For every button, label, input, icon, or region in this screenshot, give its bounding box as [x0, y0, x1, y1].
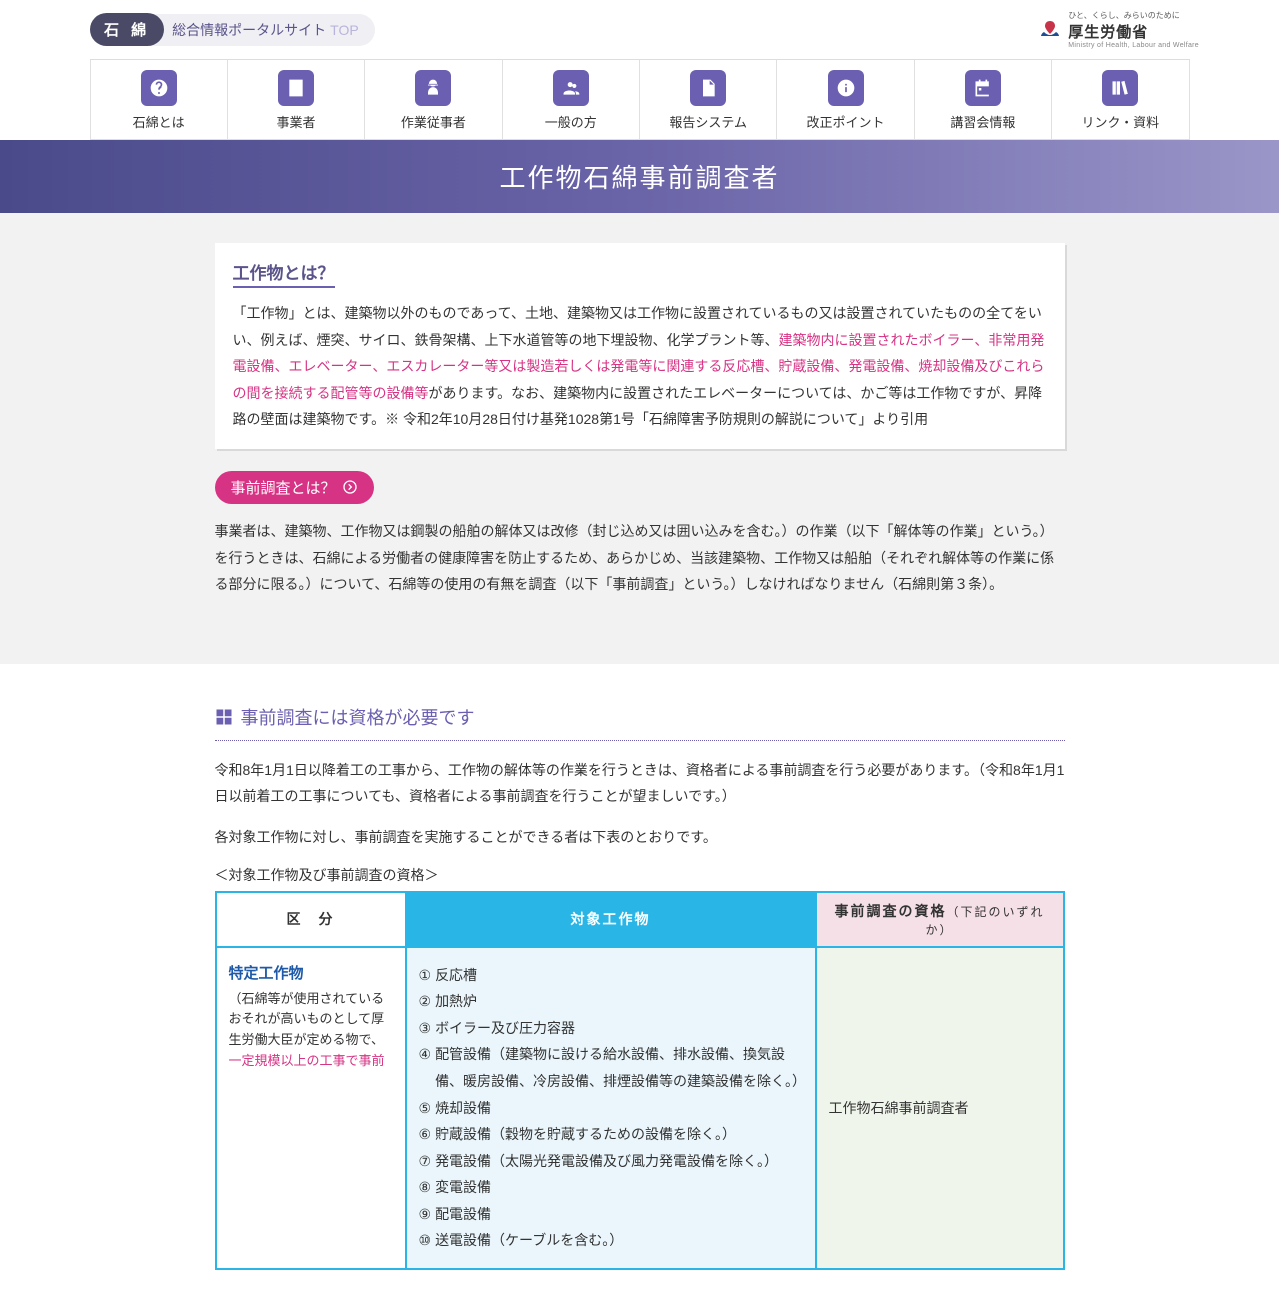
- section-heading: 事前調査には資格が必要です: [215, 704, 1065, 741]
- category-title: 特定工作物: [229, 962, 393, 983]
- nav-item-public[interactable]: 一般の方: [502, 60, 639, 139]
- list-number: ⑥: [419, 1121, 432, 1148]
- qualification-table: 区 分 対象工作物 事前調査の資格（下記のいずれか） 特定工作物 （石綿等が使用…: [215, 891, 1065, 1271]
- list-text: 貯蔵設備（穀物を貯蔵するための設備を除く。）: [435, 1121, 736, 1148]
- definition-box: 工作物とは？ 「工作物」とは、建築物以外のものであって、土地、建築物又は工作物に…: [215, 243, 1065, 449]
- nav-label: 報告システム: [669, 112, 747, 131]
- section-p2: 各対象工作物に対し、事前調査を実施することができる者は下表のとおりです。: [215, 824, 1065, 851]
- list-item: ⑨配電設備: [419, 1201, 803, 1228]
- qualification-section: 事前調査には資格が必要です 令和8年1月1日以降着工の工事から、工作物の解体等の…: [0, 664, 1279, 1310]
- site-label: 総合情報ポータルサイト: [172, 20, 326, 40]
- site-tag: 石 綿: [90, 13, 164, 46]
- cell-qualification: 工作物石綿事前調査者: [817, 948, 1063, 1269]
- definition-title: 工作物とは？: [233, 259, 335, 288]
- list-text: 反応槽: [435, 962, 477, 989]
- list-item: ⑩送電設備（ケーブルを含む。）: [419, 1227, 803, 1254]
- table-row: 特定工作物 （石綿等が使用されているおそれが高いものとして厚生労働大臣が定める物…: [217, 948, 1063, 1269]
- list-number: ④: [419, 1041, 432, 1094]
- nav-label: リンク・資料: [1081, 112, 1159, 131]
- list-text: 配管設備（建築物に設ける給水設備、排水設備、換気設備、暖房設備、冷房設備、排煙設…: [435, 1041, 802, 1094]
- cell-target: ①反応槽②加熱炉③ボイラー及び圧力容器④配管設備（建築物に設ける給水設備、排水設…: [407, 948, 817, 1269]
- table-header-row: 区 分 対象工作物 事前調査の資格（下記のいずれか）: [217, 893, 1063, 948]
- list-item: ①反応槽: [419, 962, 803, 989]
- chevron-right-circle-icon: [342, 479, 358, 495]
- nav-label: 改正ポイント: [807, 112, 885, 131]
- section-heading-text: 事前調査には資格が必要です: [241, 704, 475, 730]
- list-item: ⑥貯蔵設備（穀物を貯蔵するための設備を除く。）: [419, 1121, 803, 1148]
- list-number: ⑩: [419, 1227, 432, 1254]
- page-hero: 工作物石綿事前調査者: [0, 140, 1279, 213]
- list-number: ⑨: [419, 1201, 432, 1228]
- list-text: 加熱炉: [435, 988, 477, 1015]
- th-qualification: 事前調査の資格（下記のいずれか）: [817, 893, 1063, 948]
- list-item: ⑤焼却設備: [419, 1095, 803, 1122]
- list-item: ③ボイラー及び圧力容器: [419, 1015, 803, 1042]
- site-home-link[interactable]: 石 綿 総合情報ポータルサイト TOP: [90, 14, 375, 46]
- cat-note-a: （石綿等が使用されているおそれが高いものとして厚生労働大臣が定める物で、: [229, 991, 385, 1048]
- topbar: 石 綿 総合情報ポータルサイト TOP ひと、くらし、みらいのために 厚生労働省…: [0, 0, 1279, 59]
- nav-label: 作業従事者: [401, 112, 466, 131]
- list-item: ⑧変電設備: [419, 1174, 803, 1201]
- list-text: 焼却設備: [435, 1095, 491, 1122]
- mhlw-sub: Ministry of Health, Labour and Welfare: [1068, 42, 1199, 49]
- site-top: TOP: [330, 22, 359, 38]
- worker-icon: [415, 70, 451, 106]
- nav-item-worker[interactable]: 作業従事者: [364, 60, 501, 139]
- question-icon: [141, 70, 177, 106]
- nav-item-seminar[interactable]: 講習会情報: [914, 60, 1051, 139]
- mhlw-name: 厚生労働省: [1068, 21, 1199, 42]
- category-note: （石綿等が使用されているおそれが高いものとして厚生労働大臣が定める物で、一定規模…: [229, 989, 393, 1072]
- section-p1: 令和8年1月1日以降着工の工事から、工作物の解体等の作業を行うときは、資格者によ…: [215, 757, 1065, 810]
- list-text: 変電設備: [435, 1174, 491, 1201]
- calendar-icon: [965, 70, 1001, 106]
- list-number: ③: [419, 1015, 432, 1042]
- presurvey-heading-label: 事前調査とは？: [231, 477, 336, 498]
- list-item: ④配管設備（建築物に設ける給水設備、排水設備、換気設備、暖房設備、冷房設備、排煙…: [419, 1041, 803, 1094]
- info-icon: [828, 70, 864, 106]
- nav-label: 事業者: [277, 112, 316, 131]
- list-item: ②加熱炉: [419, 988, 803, 1015]
- mhlw-mark-icon: [1038, 18, 1062, 42]
- th-category: 区 分: [217, 893, 407, 948]
- nav-item-report[interactable]: 報告システム: [639, 60, 776, 139]
- nav-item-about[interactable]: 石綿とは: [90, 60, 227, 139]
- building-icon: [278, 70, 314, 106]
- list-text: 送電設備（ケーブルを含む。）: [435, 1227, 623, 1254]
- cat-note-highlight: 一定規模以上の工事で事前: [229, 1053, 385, 1068]
- grid-squares-icon: [215, 708, 233, 726]
- page-title: 工作物石綿事前調査者: [499, 163, 779, 193]
- cell-category: 特定工作物 （石綿等が使用されているおそれが高いものとして厚生労働大臣が定める物…: [217, 948, 407, 1269]
- people-icon: [553, 70, 589, 106]
- th-qual-text: 事前調査の資格: [834, 903, 946, 919]
- mhlw-logo: ひと、くらし、みらいのために 厚生労働省 Ministry of Health,…: [1038, 10, 1199, 49]
- th-target: 対象工作物: [407, 893, 817, 948]
- list-text: 配電設備: [435, 1201, 491, 1228]
- list-text: ボイラー及び圧力容器: [435, 1015, 575, 1042]
- table-caption: ＜対象工作物及び事前調査の資格＞: [215, 865, 1065, 885]
- list-number: ②: [419, 988, 432, 1015]
- presurvey-heading[interactable]: 事前調査とは？: [215, 471, 374, 504]
- nav-label: 講習会情報: [950, 112, 1015, 131]
- nav-item-employer[interactable]: 事業者: [227, 60, 364, 139]
- books-icon: [1102, 70, 1138, 106]
- list-number: ⑧: [419, 1174, 432, 1201]
- list-text: 発電設備（太陽光発電設備及び風力発電設備を除く。）: [435, 1148, 778, 1175]
- presurvey-text: 事業者は、建築物、工作物又は鋼製の船舶の解体又は改修（封じ込め又は囲い込みを含む…: [215, 518, 1065, 598]
- nav-item-revision[interactable]: 改正ポイント: [776, 60, 913, 139]
- nav-item-links[interactable]: リンク・資料: [1051, 60, 1189, 139]
- target-list: ①反応槽②加熱炉③ボイラー及び圧力容器④配管設備（建築物に設ける給水設備、排水設…: [419, 962, 803, 1255]
- list-number: ⑤: [419, 1095, 432, 1122]
- nav-label: 一般の方: [545, 112, 597, 131]
- document-icon: [690, 70, 726, 106]
- list-number: ⑦: [419, 1148, 432, 1175]
- mhlw-tagline: ひと、くらし、みらいのために: [1068, 10, 1199, 21]
- list-item: ⑦発電設備（太陽光発電設備及び風力発電設備を除く。）: [419, 1148, 803, 1175]
- list-number: ①: [419, 962, 432, 989]
- main-nav: 石綿とは 事業者 作業従事者 一般の方 報告システム 改正ポイント 講習会情報 …: [90, 59, 1190, 140]
- nav-label: 石綿とは: [133, 112, 185, 131]
- definition-text: 「工作物」とは、建築物以外のものであって、土地、建築物又は工作物に設置されている…: [233, 300, 1047, 433]
- intro-section: 工作物とは？ 「工作物」とは、建築物以外のものであって、土地、建築物又は工作物に…: [0, 213, 1279, 664]
